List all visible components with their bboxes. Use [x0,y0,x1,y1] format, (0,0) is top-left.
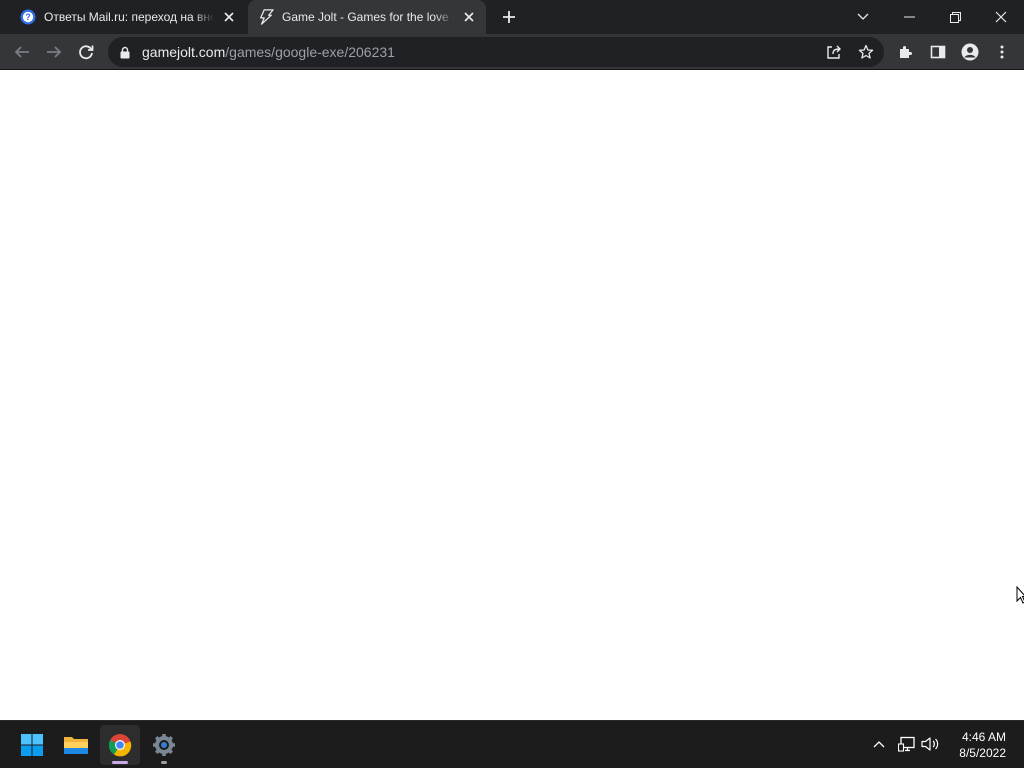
start-icon [21,734,43,756]
back-arrow-icon [14,46,29,58]
network-button[interactable] [896,733,918,755]
kebab-menu-icon [1000,45,1004,59]
file-explorer-icon [64,737,88,754]
share-icon[interactable] [822,40,846,64]
bookmark-star-icon[interactable] [854,40,878,64]
show-hidden-icons-button[interactable] [868,733,890,755]
side-panel-icon [930,45,946,59]
running-app-indicator [161,761,167,764]
restore-button[interactable] [932,0,978,34]
tab-search-button[interactable] [840,0,886,34]
tab-gamejolt[interactable]: Game Jolt - Games for the love of it [248,0,486,34]
address-bar[interactable]: gamejolt.com/games/google-exe/206231 [108,37,884,67]
file-explorer-button[interactable] [56,725,96,765]
mail-answers-icon: ? [20,9,36,25]
side-panel-button[interactable] [924,38,952,66]
active-app-indicator [112,761,128,764]
lock-icon[interactable] [118,44,132,60]
volume-button[interactable] [920,733,942,755]
tab-mail-answers[interactable]: ? Ответы Mail.ru: переход на внешний [10,0,246,34]
tab-title: Game Jolt - Games for the love of it [282,10,454,24]
clock-time: 4:46 AM [961,730,1006,744]
network-icon [898,736,915,752]
svg-text:?: ? [25,12,31,22]
tab-title: Ответы Mail.ru: переход на внешний [44,10,214,24]
chrome-taskbar-button[interactable] [100,725,140,765]
close-window-button[interactable] [978,0,1024,34]
plus-icon [503,11,515,23]
chrome-icon [108,734,132,757]
clock-date: 8/5/2022 [959,746,1006,760]
page-content[interactable] [0,70,1024,720]
close-tab-icon[interactable] [458,6,480,28]
settings-icon [153,734,175,756]
reload-button[interactable] [72,38,100,66]
close-icon [995,11,1007,23]
profile-avatar-icon [961,43,979,61]
chevron-down-icon [857,13,869,20]
forward-button[interactable] [40,38,68,66]
browser-menu-button[interactable] [988,38,1016,66]
minimize-icon [903,16,915,18]
new-tab-button[interactable] [497,5,521,29]
settings-taskbar-button[interactable] [144,725,184,765]
url-path: /games/google-exe/206231 [225,44,395,60]
puzzle-icon [900,46,912,58]
extensions-button[interactable] [892,38,920,66]
restore-icon [949,11,961,23]
close-tab-icon[interactable] [218,6,240,28]
system-clock[interactable]: 4:46 AM 8/5/2022 [959,729,1006,761]
windows-taskbar: 4:46 AM 8/5/2022 [0,720,1024,768]
forward-arrow-icon [47,46,62,58]
start-button[interactable] [12,725,52,765]
profile-button[interactable] [956,38,984,66]
volume-icon [921,737,939,751]
browser-toolbar: gamejolt.com/games/google-exe/206231 [0,34,1024,70]
url-host: gamejolt.com [142,44,226,60]
chevron-up-icon [873,741,885,748]
gamejolt-icon [258,9,274,25]
mouse-cursor-icon [1016,585,1024,604]
back-button[interactable] [8,38,36,66]
minimize-button[interactable] [886,0,932,34]
tab-strip: ? Ответы Mail.ru: переход на внешний Gam… [0,0,1024,34]
reload-icon [79,45,94,60]
url-text: gamejolt.com/games/google-exe/206231 [142,44,395,60]
